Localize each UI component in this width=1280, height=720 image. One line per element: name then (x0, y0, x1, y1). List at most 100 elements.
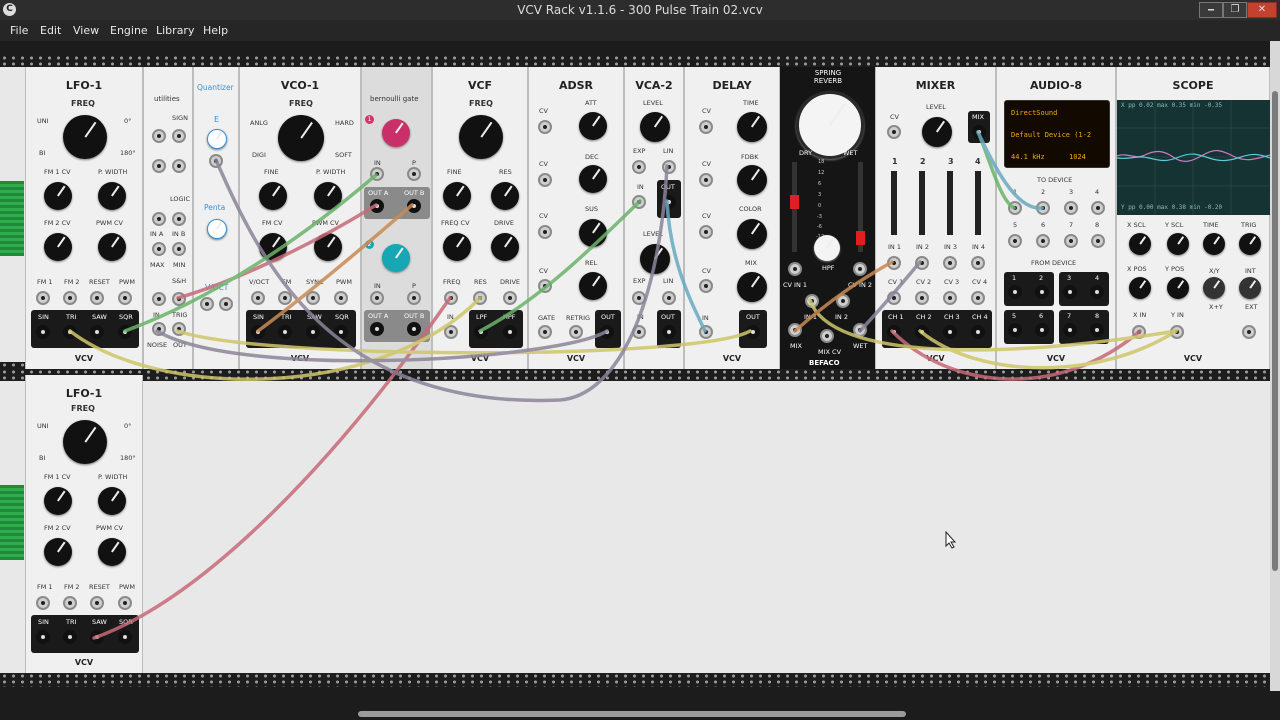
utilities-jack[interactable] (152, 242, 166, 256)
mixer-level-knob[interactable] (922, 117, 952, 147)
adsr-retrig-jack[interactable] (569, 325, 583, 339)
adsr-rel-knob[interactable] (579, 272, 607, 300)
utilities-jack[interactable] (172, 129, 186, 143)
lfo1-pwm-knob[interactable] (98, 233, 126, 261)
adsr-dec-cv-jack[interactable] (538, 173, 552, 187)
vca2-lin-jack-2[interactable] (662, 291, 676, 305)
lfo1b-saw-out-jack[interactable] (90, 630, 104, 644)
mixer-fader-4[interactable] (975, 171, 981, 235)
vco1-fm-knob[interactable] (259, 233, 287, 261)
audio8-device[interactable]: Default Device (1-2 (1011, 131, 1091, 139)
scope-trigsrc-button[interactable] (1239, 277, 1261, 299)
vertical-scrollbar[interactable] (1270, 41, 1280, 691)
utilities-jack[interactable] (152, 129, 166, 143)
mixer-cv4-jack[interactable] (971, 291, 985, 305)
mixer-mix-out-jack[interactable] (972, 125, 986, 139)
lfo1-sqr-out-jack[interactable] (118, 325, 132, 339)
delay-in-jack[interactable] (699, 325, 713, 339)
scope-yscl-knob[interactable] (1167, 233, 1189, 255)
vco1-pwidth-knob[interactable] (314, 182, 342, 210)
mixer-ch1-out-jack[interactable] (887, 325, 901, 339)
utilities-jack[interactable] (172, 292, 186, 306)
vca2-level-knob-1[interactable] (640, 112, 670, 142)
audio8-from-jack-8[interactable] (1090, 323, 1104, 337)
lfo1b-tri-out-jack[interactable] (63, 630, 77, 644)
bernoulli-outa-jack-1[interactable] (370, 199, 384, 213)
bernoulli-module[interactable]: bernoulli gate 1 IN P OUT A OUT B 2 IN P… (361, 67, 432, 369)
lfo1-pwm-jack[interactable] (118, 291, 132, 305)
vca2-in-jack-1[interactable] (632, 195, 646, 209)
quantizer-knob-2[interactable] (207, 219, 227, 239)
mixer-in4-jack[interactable] (971, 256, 985, 270)
utilities-module[interactable]: utilities SIGN LOGIC IN A IN B MAX MIN S… (143, 67, 193, 369)
lfo1b-fm2-jack[interactable] (63, 596, 77, 610)
quantizer-module[interactable]: Quantizer E Penta V/OCT (193, 67, 239, 369)
adsr-att-cv-jack[interactable] (538, 120, 552, 134)
vca2-level-knob-2[interactable] (640, 244, 670, 274)
audio8-to-jack-8[interactable] (1091, 234, 1105, 248)
audio8-driver[interactable]: DirectSound (1011, 109, 1057, 117)
delay-time-knob[interactable] (737, 112, 767, 142)
vcf-freq-knob[interactable] (459, 115, 503, 159)
adsr-gate-jack[interactable] (538, 325, 552, 339)
delay-color-cv-jack[interactable] (699, 225, 713, 239)
scope-xin-jack[interactable] (1132, 325, 1146, 339)
spring-hpf-knob[interactable] (814, 235, 840, 261)
vca2-exp-jack-1[interactable] (632, 160, 646, 174)
vco1-pwm-jack[interactable] (334, 291, 348, 305)
lfo1-pwidth-knob[interactable] (98, 182, 126, 210)
vco1-fine-knob[interactable] (259, 182, 287, 210)
close-button[interactable]: ✕ (1247, 2, 1277, 18)
lfo1b-sqr-out-jack[interactable] (118, 630, 132, 644)
delay-mix-cv-jack[interactable] (699, 279, 713, 293)
horizontal-scrollbar[interactable] (0, 700, 1280, 720)
audio8-block-size[interactable]: 1024 (1069, 153, 1086, 161)
quantizer-in-jack[interactable] (200, 297, 214, 311)
bernoulli-p-knob-2[interactable] (382, 244, 410, 272)
quantizer-knob-1[interactable] (207, 129, 227, 149)
bernoulli-p-jack-1[interactable] (407, 167, 421, 181)
lfo1b-reset-jack[interactable] (90, 596, 104, 610)
audio8-from-jack-1[interactable] (1008, 285, 1022, 299)
mixer-fader-3[interactable] (947, 171, 953, 235)
utilities-jack[interactable] (172, 322, 186, 336)
bernoulli-outa-jack-2[interactable] (370, 322, 384, 336)
quantizer-out-jack[interactable] (219, 297, 233, 311)
lfo1-freq-knob[interactable] (63, 115, 107, 159)
menu-file[interactable]: File (10, 24, 28, 37)
vcf-res-knob[interactable] (491, 182, 519, 210)
lfo1b-module[interactable]: LFO-1 FREQ UNI BI 0° 180° FM 1 CV P. WID… (25, 375, 143, 673)
delay-mix-knob[interactable] (737, 272, 767, 302)
bernoulli-outb-jack-1[interactable] (407, 199, 421, 213)
vcf-drive-knob[interactable] (491, 233, 519, 261)
vco1-sqr-out-jack[interactable] (334, 325, 348, 339)
bernoulli-p-knob-1[interactable] (382, 119, 410, 147)
menu-engine[interactable]: Engine (110, 24, 148, 37)
vca2-exp-jack-2[interactable] (632, 291, 646, 305)
delay-fdbk-knob[interactable] (737, 165, 767, 195)
audio8-from-jack-7[interactable] (1063, 323, 1077, 337)
audio8-to-jack-4[interactable] (1091, 201, 1105, 215)
scope-time-knob[interactable] (1203, 233, 1225, 255)
spring-wet-out-jack[interactable] (853, 323, 867, 337)
audio8-to-jack-7[interactable] (1064, 234, 1078, 248)
utilities-jack[interactable] (152, 159, 166, 173)
maximize-button[interactable]: ❐ (1223, 2, 1247, 18)
spring-reverb-module[interactable]: SPRING REVERB DRY WET 18 12 6 3 0 -3 -6 … (780, 67, 875, 369)
audio8-from-jack-5[interactable] (1008, 323, 1022, 337)
lfo1b-pwidth-knob[interactable] (98, 487, 126, 515)
vca2-in-jack-2[interactable] (632, 325, 646, 339)
utilities-jack[interactable] (152, 322, 166, 336)
mixer-fader-1[interactable] (891, 171, 897, 235)
lfo1-sin-out-jack[interactable] (36, 325, 50, 339)
utilities-jack[interactable] (172, 159, 186, 173)
scope-xpos-knob[interactable] (1129, 277, 1151, 299)
scope-ext-jack[interactable] (1242, 325, 1256, 339)
scope-ypos-knob[interactable] (1167, 277, 1189, 299)
vco1-tri-out-jack[interactable] (278, 325, 292, 339)
lfo1-fm1-jack[interactable] (36, 291, 50, 305)
spring-cvin1-jack[interactable] (788, 262, 802, 276)
lfo1b-sin-out-jack[interactable] (36, 630, 50, 644)
vca2-out-jack-2[interactable] (662, 325, 676, 339)
adsr-module[interactable]: ADSR ATT CV DEC CV SUS CV REL CV GATE RE… (528, 67, 624, 369)
